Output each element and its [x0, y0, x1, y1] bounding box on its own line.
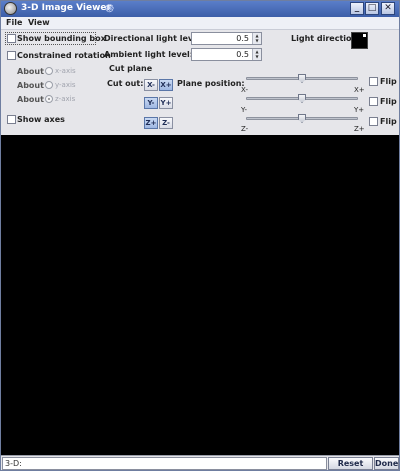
y-max-label: Y+ [354, 106, 365, 114]
y-axis-label: y-axis [55, 81, 76, 89]
z-plane-slider-thumb[interactable] [298, 114, 306, 123]
cut-out-label: Cut out: [107, 79, 144, 88]
done-button[interactable]: Done [374, 457, 399, 470]
cut-y-minus-button[interactable]: Y- [144, 97, 158, 109]
title-bar[interactable]: 3-D Image Viewer ֎ _ □ ✕ [1, 1, 399, 17]
ambient-light-label: Ambient light level: [104, 50, 193, 59]
window-title: 3-D Image Viewer [21, 3, 111, 13]
main-window: 3-D Image Viewer ֎ _ □ ✕ File View Show … [0, 0, 400, 471]
light-direction-indicator [363, 34, 366, 37]
plane-position-label: Plane position: [177, 79, 245, 88]
swirl-icon: ֎ [105, 2, 114, 15]
flip-z-checkbox[interactable] [369, 117, 378, 126]
ambient-light-value: 0.5 [236, 50, 249, 59]
ambient-light-spinner[interactable]: 0.5 ▲ ▼ [191, 48, 262, 61]
directional-light-spinner[interactable]: 0.5 ▲ ▼ [191, 32, 262, 45]
flip-x-label: Flip [380, 77, 397, 86]
close-button[interactable]: ✕ [381, 2, 395, 15]
maximize-button[interactable]: □ [365, 2, 379, 15]
about-label: About [17, 95, 44, 104]
x-min-label: X- [241, 86, 248, 94]
3d-view-canvas[interactable] [1, 135, 399, 455]
constrained-rotation-label: Constrained rotation [17, 51, 111, 60]
cut-y-plus-button[interactable]: Y+ [159, 97, 173, 109]
spinner-arrows[interactable]: ▲ ▼ [252, 33, 261, 44]
about-label: About [17, 81, 44, 90]
radio-x-axis[interactable] [45, 67, 53, 75]
app-icon [4, 2, 17, 15]
menu-view[interactable]: View [28, 18, 50, 27]
z-axis-label: z-axis [55, 95, 76, 103]
cut-x-plus-button[interactable]: X+ [159, 79, 173, 91]
flip-z-label: Flip [380, 117, 397, 126]
radio-y-axis[interactable] [45, 81, 53, 89]
directional-light-value: 0.5 [236, 34, 249, 43]
constrained-rotation-checkbox[interactable] [7, 51, 16, 60]
z-min-label: Z- [241, 125, 249, 133]
x-axis-label: x-axis [55, 67, 76, 75]
command-prompt: 3-D: [5, 459, 22, 468]
y-plane-slider-thumb[interactable] [298, 94, 306, 103]
flip-y-checkbox[interactable] [369, 97, 378, 106]
cut-z-plus-button[interactable]: Z+ [144, 117, 158, 129]
minimize-button[interactable]: _ [350, 2, 364, 15]
x-max-label: X+ [354, 86, 365, 94]
show-axes-checkbox[interactable] [7, 115, 16, 124]
z-max-label: Z+ [354, 125, 365, 133]
show-bounding-box-checkbox[interactable] [7, 34, 16, 43]
directional-light-label: Directional light level: [104, 34, 205, 43]
bottom-bar: 3-D: Reset View Done [1, 455, 399, 471]
command-field[interactable]: 3-D: [2, 457, 327, 470]
y-min-label: Y- [241, 106, 247, 114]
cut-plane-title: Cut plane [109, 64, 153, 73]
show-axes-label: Show axes [17, 115, 65, 124]
cut-z-minus-button[interactable]: Z- [159, 117, 173, 129]
controls-panel: Show bounding box Constrained rotation A… [1, 31, 399, 135]
flip-y-label: Flip [380, 97, 397, 106]
x-plane-slider-thumb[interactable] [298, 74, 306, 83]
show-bounding-box-label: Show bounding box [17, 34, 106, 43]
radio-z-axis[interactable] [45, 95, 53, 103]
cut-x-minus-button[interactable]: X- [144, 79, 158, 91]
reset-view-button[interactable]: Reset View [328, 457, 373, 471]
spinner-arrows[interactable]: ▲ ▼ [252, 49, 261, 60]
light-direction-widget[interactable] [351, 32, 368, 49]
menu-bar: File View [1, 17, 399, 30]
light-direction-label: Light direction: [291, 34, 361, 43]
about-label: About [17, 67, 44, 76]
flip-x-checkbox[interactable] [369, 77, 378, 86]
menu-file[interactable]: File [6, 18, 22, 27]
